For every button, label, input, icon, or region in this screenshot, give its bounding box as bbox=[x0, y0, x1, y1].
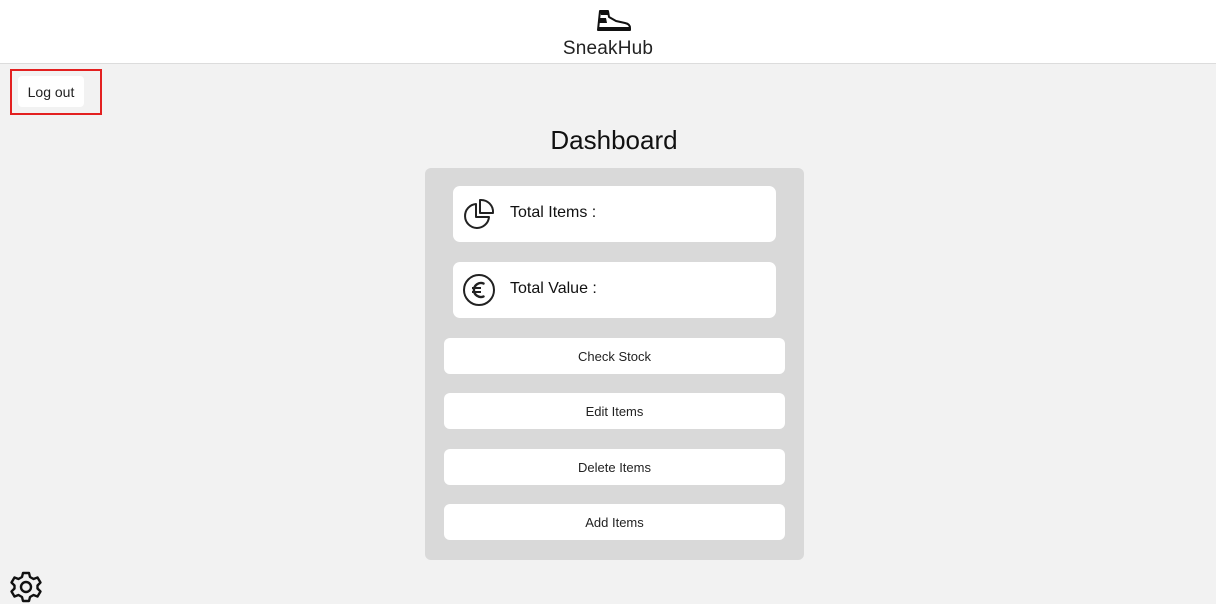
check-stock-button[interactable]: Check Stock bbox=[444, 338, 785, 374]
page-title: Dashboard bbox=[550, 125, 678, 155]
total-items-label: Total Items : bbox=[510, 204, 597, 221]
total-value-label: Total Value : bbox=[510, 280, 597, 297]
top-bar: SneakHub bbox=[0, 0, 1216, 64]
edit-items-button[interactable]: Edit Items bbox=[444, 393, 785, 429]
add-items-button[interactable]: Add Items bbox=[444, 504, 785, 540]
total-value-card: Total Value : bbox=[453, 262, 776, 318]
euro-icon bbox=[463, 274, 495, 306]
brand-name: SneakHub bbox=[562, 38, 654, 59]
delete-items-button[interactable]: Delete Items bbox=[444, 449, 785, 485]
gear-icon[interactable] bbox=[9, 570, 43, 604]
logout-button[interactable]: Log out bbox=[18, 76, 84, 107]
dashboard-panel: Total Items : Total Value : Check Stock … bbox=[425, 168, 804, 560]
total-items-card: Total Items : bbox=[453, 186, 776, 242]
pie-chart-icon bbox=[464, 198, 495, 229]
sneaker-icon[interactable] bbox=[592, 8, 632, 34]
